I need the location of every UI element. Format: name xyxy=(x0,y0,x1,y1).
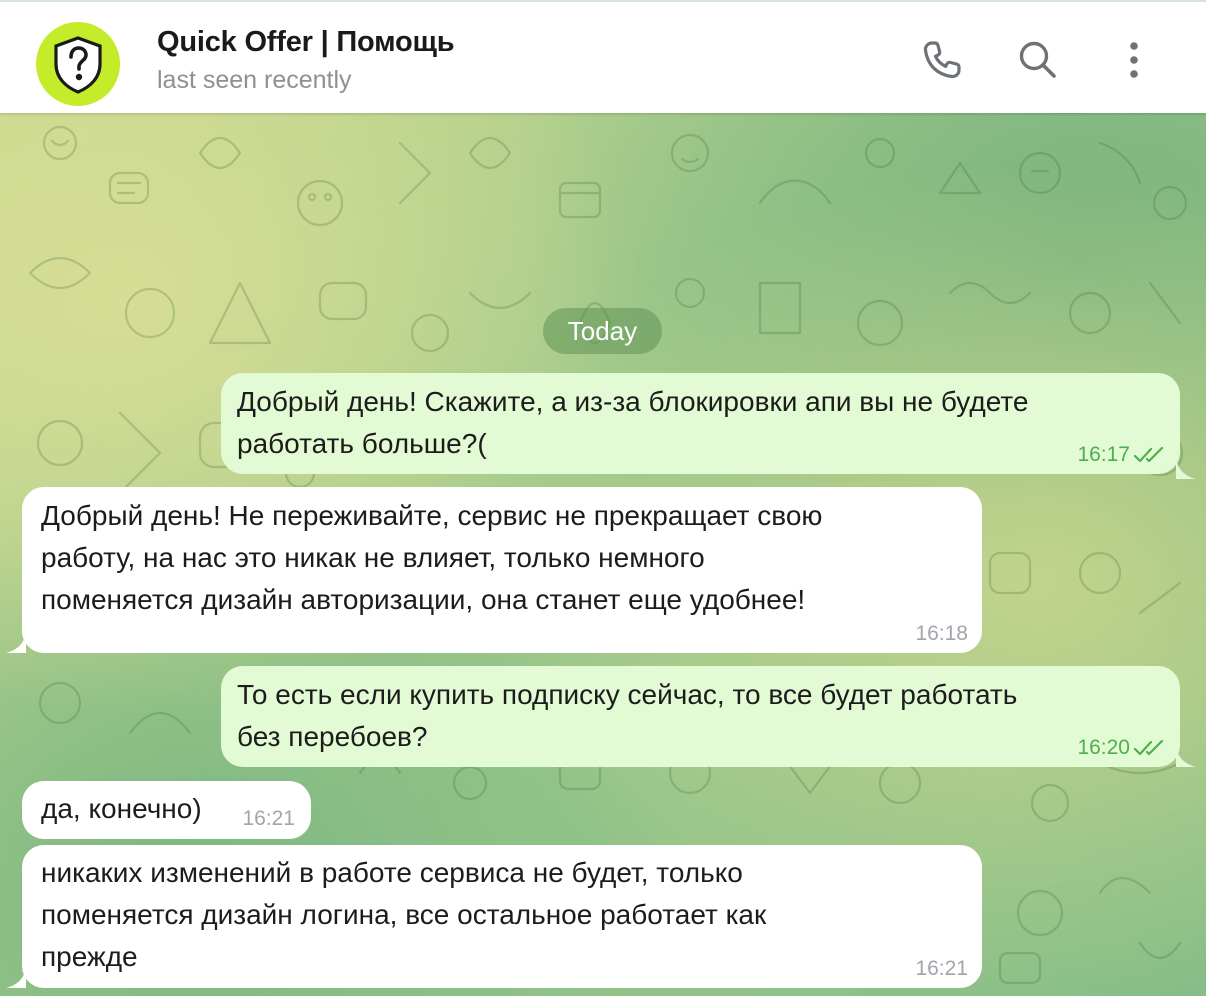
double-check-icon xyxy=(1133,446,1164,463)
phone-icon xyxy=(923,41,961,79)
message-text: То есть если купить подписку сейчас, то … xyxy=(237,679,1018,752)
message-time: 16:17 xyxy=(1077,443,1130,466)
message-meta: 16:21 xyxy=(915,956,968,982)
message-meta: 16:17 xyxy=(1077,442,1166,468)
search-button[interactable] xyxy=(1012,34,1064,86)
message-meta: 16:21 xyxy=(242,806,295,832)
bubble-tail xyxy=(1176,459,1196,479)
chat-header: Quick Offer | Помощь last seen recently xyxy=(0,0,1206,113)
message-meta: 16:18 xyxy=(915,621,968,647)
message-time: 16:21 xyxy=(242,807,295,830)
double-check-icon xyxy=(1133,739,1164,756)
message-meta: 16:20 xyxy=(1077,735,1166,761)
more-options-button[interactable] xyxy=(1108,34,1160,86)
message-bubble-outgoing[interactable]: Добрый день! Скажите, а из-за блокировки… xyxy=(221,373,1180,474)
search-icon xyxy=(1019,41,1056,78)
chat-title[interactable]: Quick Offer | Помощь xyxy=(157,26,455,59)
shield-question-icon xyxy=(54,36,102,94)
message-text: никаких изменений в работе сервиса не бу… xyxy=(41,857,767,972)
message-bubble-incoming[interactable]: никаких изменений в работе сервиса не бу… xyxy=(22,845,982,988)
date-separator: Today xyxy=(543,308,662,354)
message-bubble-outgoing[interactable]: То есть если купить подписку сейчас, то … xyxy=(221,666,1180,767)
message-text: Добрый день! Не переживайте, сервис не п… xyxy=(41,500,823,615)
message-time: 16:20 xyxy=(1077,736,1130,759)
message-text: Добрый день! Скажите, а из-за блокировки… xyxy=(237,386,1029,459)
chat-status: last seen recently xyxy=(157,66,352,94)
message-time: 16:21 xyxy=(915,957,968,980)
message-bubble-incoming[interactable]: да, конечно) 16:21 xyxy=(22,781,311,839)
message-time: 16:18 xyxy=(915,622,968,645)
message-bubble-incoming[interactable]: Добрый день! Не переживайте, сервис не п… xyxy=(22,487,982,653)
avatar[interactable] xyxy=(36,22,120,106)
more-vert-icon xyxy=(1130,42,1138,78)
call-button[interactable] xyxy=(916,34,968,86)
